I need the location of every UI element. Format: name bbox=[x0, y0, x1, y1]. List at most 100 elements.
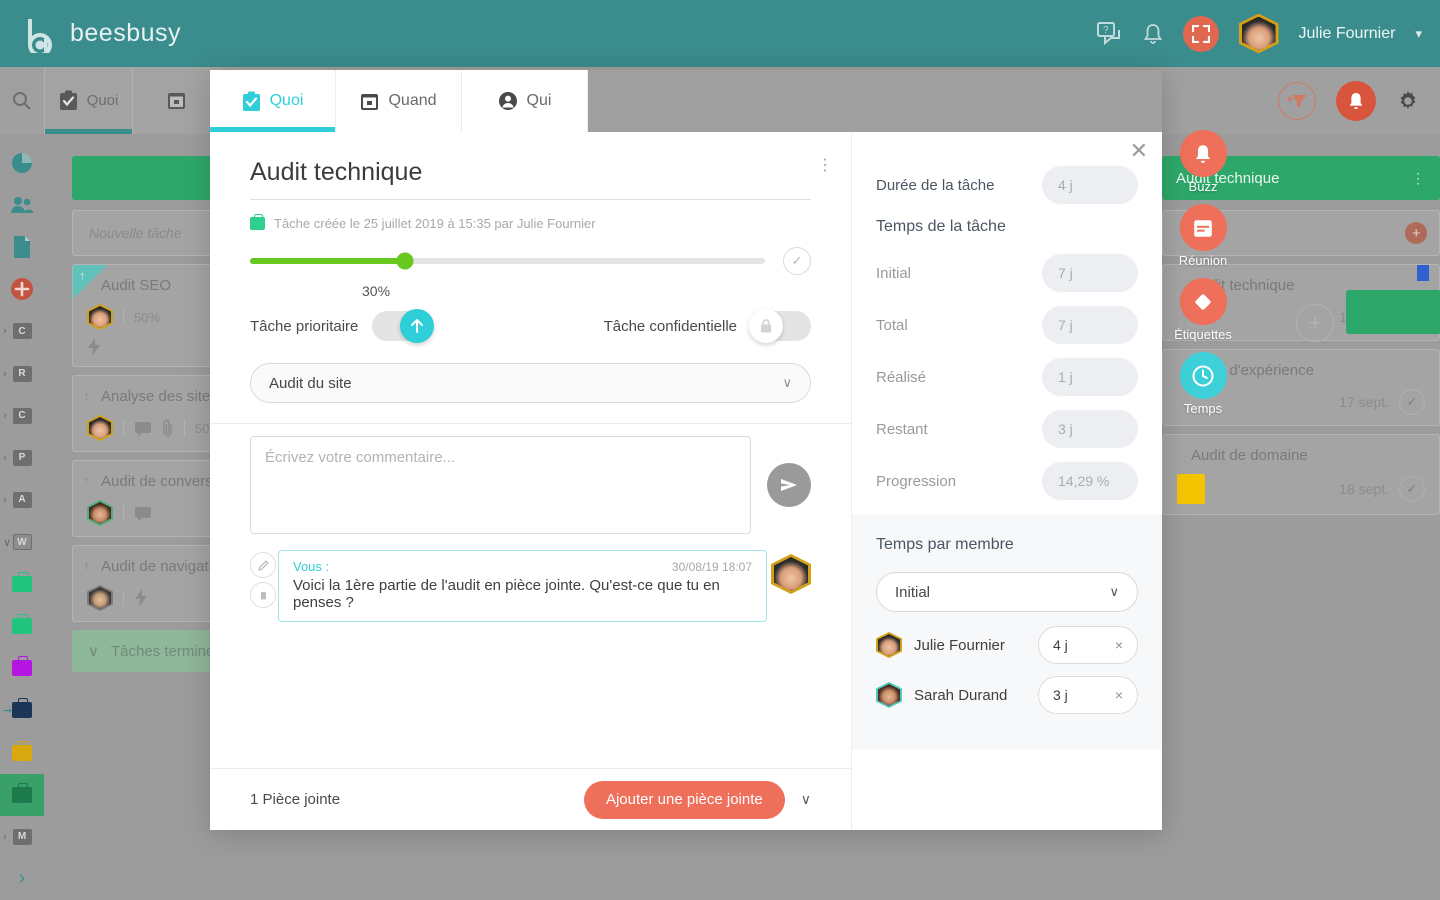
time-label: Initial bbox=[876, 264, 912, 282]
comment-icon bbox=[134, 506, 152, 521]
rail-item-dashboard[interactable] bbox=[0, 142, 44, 184]
modal-right-pane: ✕ Durée de la tâche 4 j Temps de la tâch… bbox=[852, 132, 1162, 830]
more-vertical-icon[interactable]: ⋮ bbox=[1411, 171, 1426, 185]
task-card-title: Audit de domaine bbox=[1191, 447, 1308, 464]
close-icon[interactable]: × bbox=[1115, 687, 1123, 703]
tab-label-qui: Qui bbox=[526, 92, 552, 109]
tab-quoi[interactable]: Quoi bbox=[210, 70, 336, 132]
rail-folder-p[interactable]: › P bbox=[0, 437, 44, 479]
comment-text: Voici la 1ère partie de l'audit en pièce… bbox=[293, 577, 720, 611]
time-value[interactable]: 3 j bbox=[1042, 410, 1138, 448]
tab-label-quoi: Quoi bbox=[269, 92, 304, 109]
rail-project-selected[interactable] bbox=[0, 773, 44, 816]
rail-folder-m[interactable]: › M bbox=[0, 816, 44, 858]
priority-toggle[interactable] bbox=[372, 309, 435, 343]
page-title[interactable]: Audit technique bbox=[250, 158, 811, 199]
modal-title-area: Audit technique ⋮ bbox=[210, 132, 851, 200]
rail-expand-icon[interactable]: › bbox=[0, 858, 44, 900]
fab-reunion[interactable]: Réunion bbox=[1158, 204, 1248, 268]
rail-project-green-2[interactable] bbox=[0, 605, 44, 647]
time-value[interactable]: 14,29 % bbox=[1042, 462, 1138, 500]
bell-icon[interactable] bbox=[1143, 22, 1163, 46]
clock-icon bbox=[1179, 352, 1227, 399]
tab-quand[interactable]: Quand bbox=[336, 70, 462, 132]
progress-slider[interactable] bbox=[250, 252, 765, 270]
comment-actions bbox=[250, 552, 276, 608]
label-tag bbox=[1177, 474, 1205, 504]
progress-fill bbox=[250, 258, 405, 264]
subbar-tab-quoi[interactable]: Quoi bbox=[44, 67, 132, 134]
gear-icon[interactable] bbox=[1396, 89, 1420, 113]
progress-knob[interactable] bbox=[396, 252, 413, 270]
fab-temps[interactable]: Temps bbox=[1158, 352, 1248, 416]
subbar-tab-label-quoi: Quoi bbox=[86, 92, 119, 109]
rail-folder-w[interactable]: ∨ W bbox=[0, 521, 44, 563]
rail-project-navy[interactable]: ➞ bbox=[0, 689, 44, 731]
member-section-title: Temps par membre bbox=[876, 536, 1014, 553]
pencil-icon[interactable] bbox=[250, 552, 276, 578]
rail-item-documents[interactable] bbox=[0, 226, 44, 268]
person-icon bbox=[498, 91, 518, 111]
duration-value[interactable]: 4 j bbox=[1042, 166, 1138, 204]
member-time-input[interactable]: 4 j × bbox=[1038, 626, 1138, 664]
modal-footer: 1 Pièce jointe Ajouter une pièce jointe … bbox=[210, 768, 851, 830]
close-icon[interactable]: ✕ bbox=[1130, 140, 1148, 162]
time-value[interactable]: 7 j bbox=[1042, 254, 1138, 292]
progress-slider-row: ✓ bbox=[210, 231, 851, 275]
help-chat-icon[interactable]: ? bbox=[1096, 21, 1123, 46]
mark-complete-icon[interactable]: ✓ bbox=[783, 247, 811, 275]
complete-task-icon[interactable]: ✓ bbox=[1399, 476, 1425, 502]
complete-task-icon[interactable]: ✓ bbox=[1399, 389, 1425, 415]
member-time-input[interactable]: 3 j × bbox=[1038, 676, 1138, 714]
arrow-up-icon: ↑ bbox=[83, 473, 90, 488]
trash-icon[interactable] bbox=[250, 582, 276, 608]
avatar[interactable] bbox=[1238, 13, 1279, 54]
rail-item-add[interactable] bbox=[0, 268, 44, 310]
chevron-down-icon[interactable]: ▾ bbox=[1415, 26, 1422, 42]
beesbusy-logo-icon bbox=[22, 15, 60, 53]
clipboard-check-icon bbox=[59, 90, 78, 111]
rail-project-purple[interactable] bbox=[0, 647, 44, 689]
comment-thread: Vous : 30/08/19 18:07 Voici la 1ère part… bbox=[210, 534, 851, 622]
rail-folder-r[interactable]: › R bbox=[0, 353, 44, 395]
subbar-tab-quand[interactable] bbox=[132, 67, 220, 134]
rail-item-team[interactable] bbox=[0, 184, 44, 226]
username-label[interactable]: Julie Fournier bbox=[1299, 25, 1396, 43]
more-vertical-icon[interactable]: ⋮ bbox=[817, 158, 833, 174]
add-task-icon[interactable]: + bbox=[1405, 222, 1427, 244]
notification-bell-icon[interactable] bbox=[1336, 80, 1376, 121]
priority-label: Tâche prioritaire bbox=[250, 317, 359, 335]
member-time-type-select[interactable]: Initial ∨ bbox=[876, 572, 1138, 612]
rail-folder-c1[interactable]: › C bbox=[0, 310, 44, 352]
rail-folder-c2[interactable]: › C bbox=[0, 395, 44, 437]
add-attachment-button[interactable]: Ajouter une pièce jointe bbox=[583, 780, 785, 819]
chevron-down-icon[interactable]: ∨ bbox=[801, 791, 811, 808]
rail-project-gold[interactable] bbox=[0, 732, 44, 774]
time-value[interactable]: 7 j bbox=[1042, 306, 1138, 344]
chevron-down-icon: ∨ bbox=[88, 643, 99, 660]
confidential-toggle[interactable] bbox=[749, 309, 811, 343]
send-icon[interactable] bbox=[767, 463, 811, 507]
rail-project-green-1[interactable] bbox=[0, 563, 44, 605]
brand-logo-area[interactable]: beesbusy bbox=[0, 15, 181, 53]
fab-etiquettes[interactable]: Étiquettes bbox=[1158, 278, 1248, 342]
toggles-row: Tâche prioritaire Tâche confidentielle bbox=[210, 299, 851, 343]
add-filter-icon[interactable] bbox=[1278, 81, 1316, 120]
attachment-count: 1 Pièce jointe bbox=[250, 791, 341, 808]
task-card[interactable]: Audit de domaine 18 sept. ✓ bbox=[1162, 434, 1440, 515]
arrow-up-icon: ↑ bbox=[79, 268, 86, 283]
search-icon[interactable] bbox=[0, 67, 44, 134]
time-value[interactable]: 1 j bbox=[1042, 358, 1138, 396]
fab-buzz[interactable]: Buzz bbox=[1158, 130, 1248, 194]
avatar bbox=[876, 632, 902, 658]
fullscreen-icon[interactable] bbox=[1182, 15, 1219, 52]
rail-folder-a[interactable]: › A bbox=[0, 479, 44, 521]
comment-author: Vous : bbox=[293, 559, 330, 574]
close-icon[interactable]: × bbox=[1115, 637, 1123, 653]
comment-input[interactable]: Écrivez votre commentaire... bbox=[250, 436, 751, 534]
avatar bbox=[87, 415, 113, 441]
paperclip-icon bbox=[162, 419, 174, 437]
add-column-icon[interactable]: + bbox=[1296, 304, 1334, 342]
tab-qui[interactable]: Qui bbox=[462, 70, 588, 132]
project-select[interactable]: Audit du site ∨ bbox=[250, 363, 811, 403]
